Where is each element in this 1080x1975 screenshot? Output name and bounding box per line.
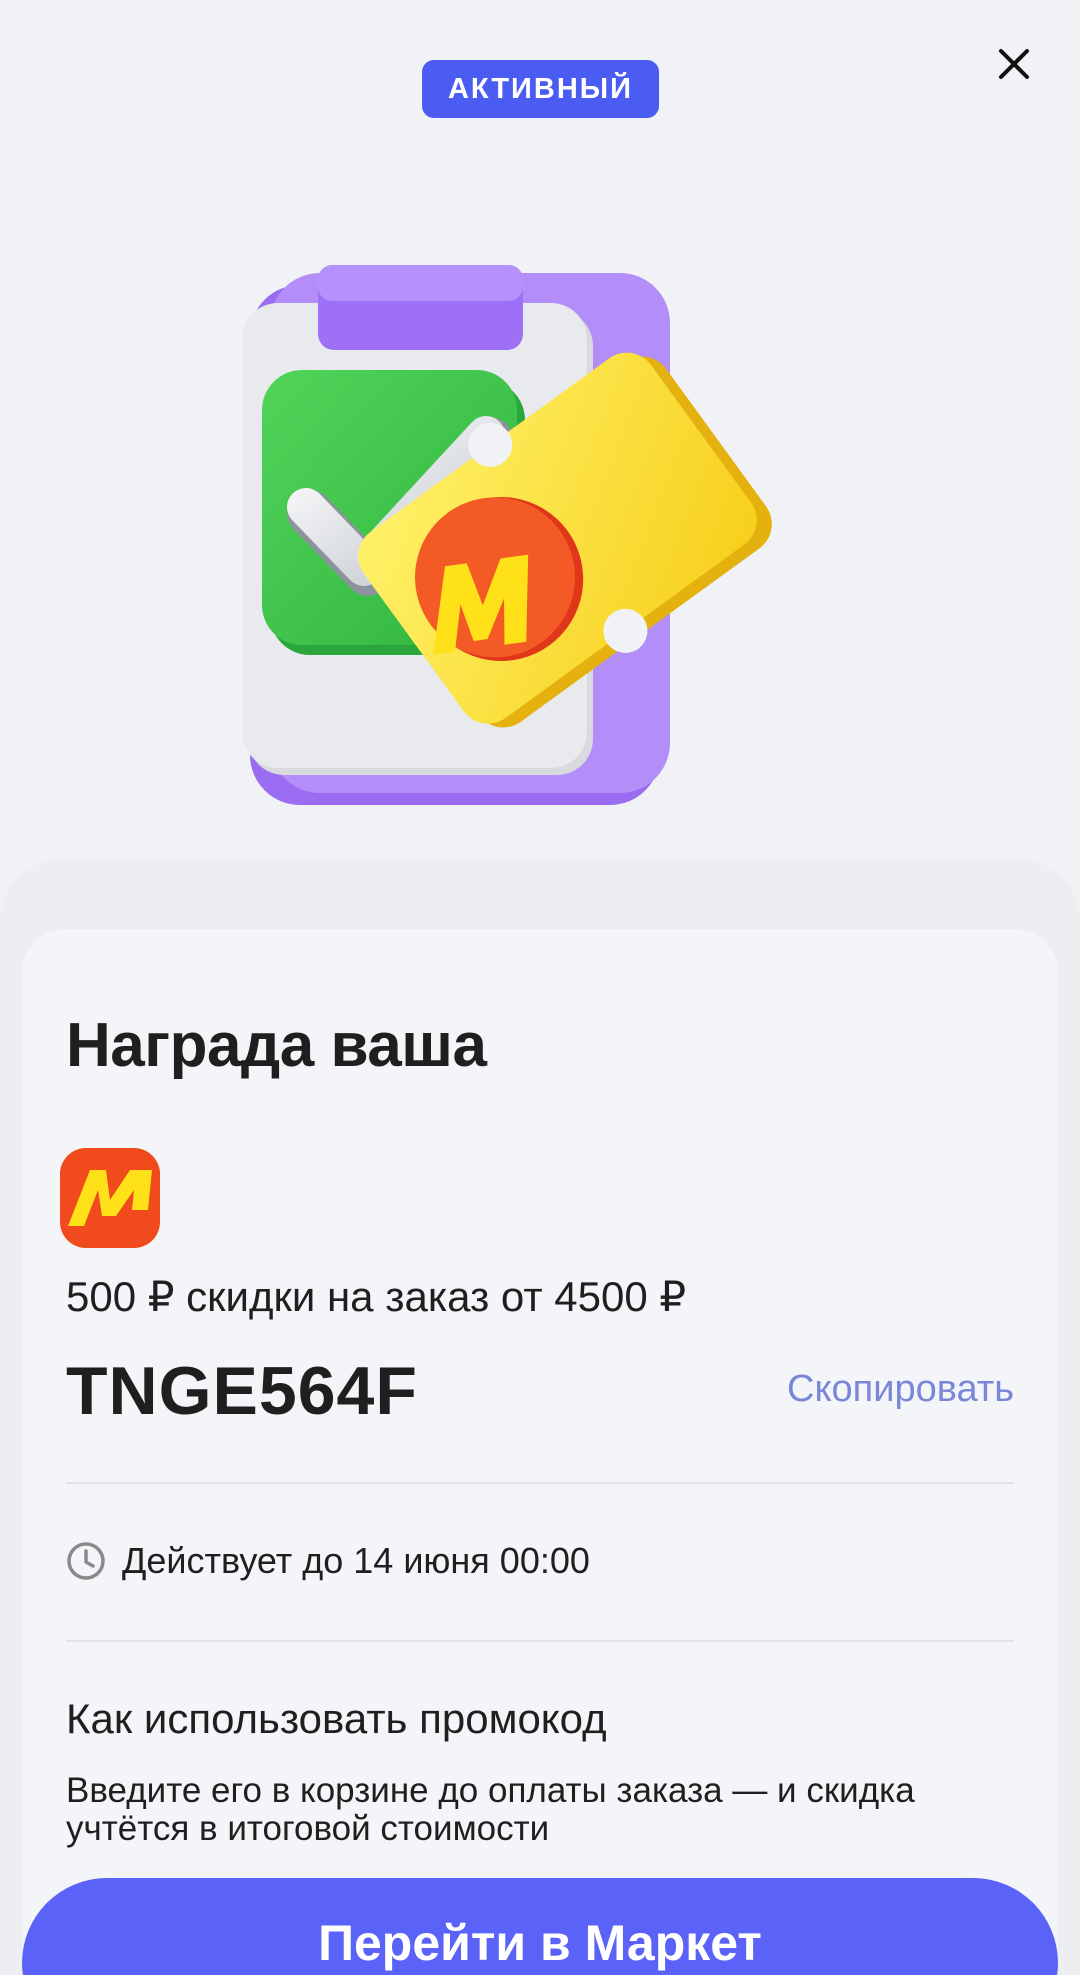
howto-description: Введите его в корзине до оплаты заказа —… <box>66 1771 915 1848</box>
copy-button[interactable]: Скопировать <box>787 1368 1014 1411</box>
coupon-illustration <box>242 265 772 805</box>
validity-row: Действует до 14 июня 00:00 <box>66 1540 590 1582</box>
valid-until: Действует до 14 июня 00:00 <box>122 1540 590 1581</box>
yandex-market-logo <box>60 1148 160 1248</box>
discount-offer: 500 ₽ скидки на заказ от 4500 ₽ <box>66 1273 687 1320</box>
go-to-market-button[interactable]: Перейти в Маркет <box>22 1878 1058 1975</box>
divider <box>66 1640 1014 1642</box>
close-button[interactable] <box>986 36 1042 92</box>
close-icon <box>999 49 1029 79</box>
promo-code: TNGE564F <box>66 1353 418 1429</box>
page-title: Награда ваша <box>66 1011 487 1080</box>
status-badge: АКТИВНЫЙ <box>422 60 659 118</box>
clock-icon <box>67 1542 105 1580</box>
reward-screen: АКТИВНЫЙ Награда ваша 500 ₽ скидки на за… <box>0 0 1080 1975</box>
divider <box>66 1482 1014 1484</box>
go-to-market-label: Перейти в Маркет <box>318 1915 762 1971</box>
howto-title: Как использовать промокод <box>66 1695 607 1742</box>
